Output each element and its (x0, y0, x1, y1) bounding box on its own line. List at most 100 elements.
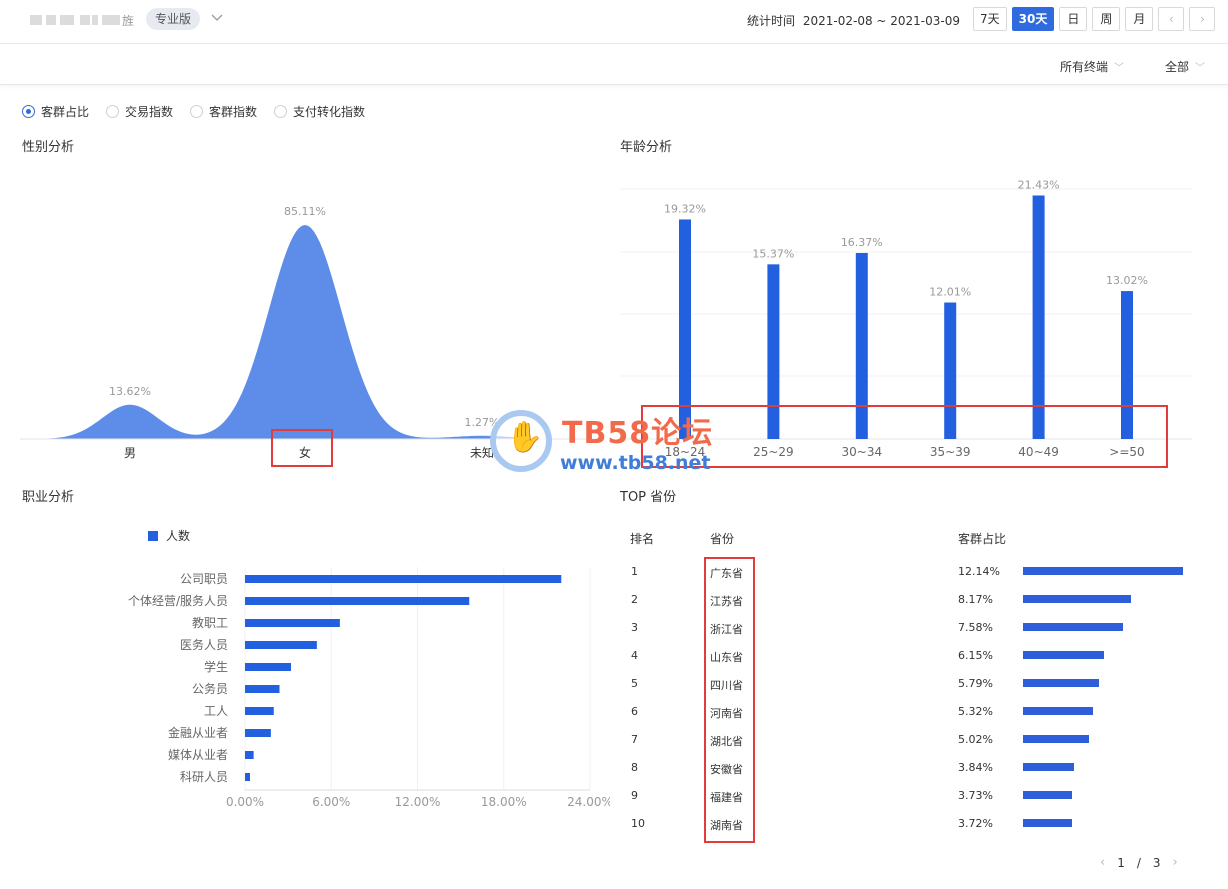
province-row[interactable]: 4 山东省 6.15% (630, 642, 1200, 670)
age-value-label: 15.37% (752, 247, 794, 260)
occupation-category-label: 医务人员 (180, 637, 228, 652)
chevron-down-icon: ﹀ (1195, 63, 1206, 74)
time-button-month[interactable]: 月 (1125, 7, 1154, 31)
province-row[interactable]: 6 河南省 5.32% (630, 698, 1200, 726)
province-name: 广东省 (710, 567, 743, 580)
age-bar[interactable] (1032, 195, 1045, 439)
col-rank: 排名 (630, 532, 655, 546)
gender-area (20, 225, 600, 439)
occupation-category-label: 学生 (204, 659, 228, 674)
prev-period-button[interactable]: ‹ (1158, 7, 1185, 31)
terminal-filter[interactable]: 所有终端 ﹀ (1060, 58, 1124, 75)
occupation-category-label: 媒体从业者 (168, 748, 228, 762)
province-rank: 3 (631, 621, 638, 634)
province-share-bar (1023, 679, 1100, 687)
province-name: 湖南省 (710, 819, 743, 832)
age-bar[interactable] (767, 264, 780, 439)
province-share: 3.72% (958, 817, 993, 830)
age-category-label: 35~39 (930, 445, 971, 459)
date-range: 2021-02-08 ~ 2021-03-09 (802, 14, 961, 28)
watermark-url: www.tb58.net (560, 452, 711, 474)
edition-badge[interactable]: 专业版 (146, 8, 201, 30)
province-name: 山东省 (710, 651, 743, 664)
province-share-bar (1023, 819, 1072, 827)
col-share: 客群占比 (958, 532, 1007, 546)
gender-section-title: 性别分析 (22, 140, 75, 155)
metric-radio-group: 客群占比 交易指数 客群指数 支付转化指数 (22, 103, 365, 120)
province-name: 四川省 (710, 679, 743, 692)
age-category-label: 40~49 (1018, 445, 1059, 459)
province-share-bar (1023, 791, 1073, 799)
province-row[interactable]: 3 浙江省 7.58% (630, 614, 1200, 642)
age-section-title: 年龄分析 (620, 140, 673, 155)
stat-period: 统计时间 2021-02-08 ~ 2021-03-09 (747, 12, 960, 29)
gender-category-label: 女 (299, 445, 311, 460)
radio-customer-index[interactable]: 客群指数 (190, 103, 257, 120)
province-share-bar (1023, 567, 1183, 575)
province-name: 江苏省 (710, 595, 743, 608)
radio-dot-icon (274, 105, 288, 118)
next-period-button[interactable]: › (1189, 7, 1216, 31)
occupation-bar[interactable] (245, 641, 317, 649)
radio-customer-share[interactable]: 客群占比 (22, 103, 89, 120)
radio-label: 交易指数 (125, 105, 174, 119)
province-section-title: TOP 省份 (620, 490, 677, 505)
legend-label: 人数 (166, 528, 190, 543)
chevron-down-icon[interactable] (210, 10, 224, 24)
time-button-7d[interactable]: 7天 (973, 7, 1007, 31)
province-row[interactable]: 7 湖北省 5.02% (630, 726, 1200, 754)
occupation-bar[interactable] (245, 751, 254, 759)
age-value-label: 21.43% (1018, 178, 1060, 191)
province-row[interactable]: 1 广东省 12.14% (630, 558, 1200, 586)
province-row[interactable]: 8 安徽省 3.84% (630, 754, 1200, 782)
occupation-tick-label: 0.00% (226, 795, 264, 809)
radio-dot-icon (190, 105, 204, 118)
next-page-button[interactable]: › (1173, 855, 1178, 870)
radio-trade-index[interactable]: 交易指数 (106, 103, 173, 120)
province-name: 福建省 (710, 791, 743, 804)
province-rank: 9 (631, 789, 638, 802)
occupation-bar[interactable] (245, 773, 251, 781)
province-rank: 1 (631, 565, 638, 578)
occupation-bar[interactable] (245, 663, 291, 671)
prev-page-button[interactable]: ‹ (1100, 855, 1105, 870)
province-share-bar (1023, 707, 1094, 715)
occupation-bar[interactable] (245, 597, 470, 605)
pagination: ‹ 1 / 3 › (1100, 855, 1178, 870)
age-bar[interactable] (1121, 291, 1133, 439)
occupation-bar[interactable] (245, 729, 271, 737)
province-share-bar (1023, 651, 1105, 659)
radio-pay-conversion-index[interactable]: 支付转化指数 (274, 103, 365, 120)
province-share: 5.32% (958, 705, 993, 718)
province-row[interactable]: 5 四川省 5.79% (630, 670, 1200, 698)
province-rank: 10 (631, 817, 645, 830)
age-bar[interactable] (944, 302, 957, 439)
province-share: 5.02% (958, 733, 993, 746)
province-row[interactable]: 9 福建省 3.73% (630, 782, 1200, 810)
legend-swatch (148, 531, 158, 541)
age-category-label: 25~29 (753, 445, 794, 459)
province-share-bar (1023, 735, 1090, 743)
scope-filter[interactable]: 全部 ﹀ (1165, 58, 1205, 75)
stat-label: 统计时间 (747, 14, 796, 28)
time-button-30d[interactable]: 30天 (1011, 7, 1055, 31)
time-button-day[interactable]: 日 (1059, 7, 1088, 31)
age-value-label: 19.32% (664, 202, 706, 215)
province-row[interactable]: 10 湖南省 3.72% (630, 810, 1200, 838)
time-button-week[interactable]: 周 (1092, 7, 1121, 31)
watermark-title: TB58论坛 (562, 416, 714, 451)
occupation-category-label: 教职工 (192, 615, 228, 630)
province-share: 3.73% (958, 789, 993, 802)
occupation-bar[interactable] (245, 575, 562, 583)
radio-label: 客群占比 (41, 105, 90, 119)
province-row[interactable]: 2 江苏省 8.17% (630, 586, 1200, 614)
occupation-bar[interactable] (245, 707, 274, 715)
occupation-bar[interactable] (245, 619, 340, 627)
age-bar[interactable] (855, 252, 868, 439)
occupation-bar[interactable] (245, 685, 280, 693)
gender-category-label: 男 (124, 446, 136, 460)
age-bar[interactable] (679, 219, 691, 439)
province-share-bar (1023, 763, 1074, 771)
age-category-label: 30~34 (842, 445, 883, 459)
filter-bar: 所有终端 ﹀ 全部 ﹀ (0, 45, 1228, 85)
